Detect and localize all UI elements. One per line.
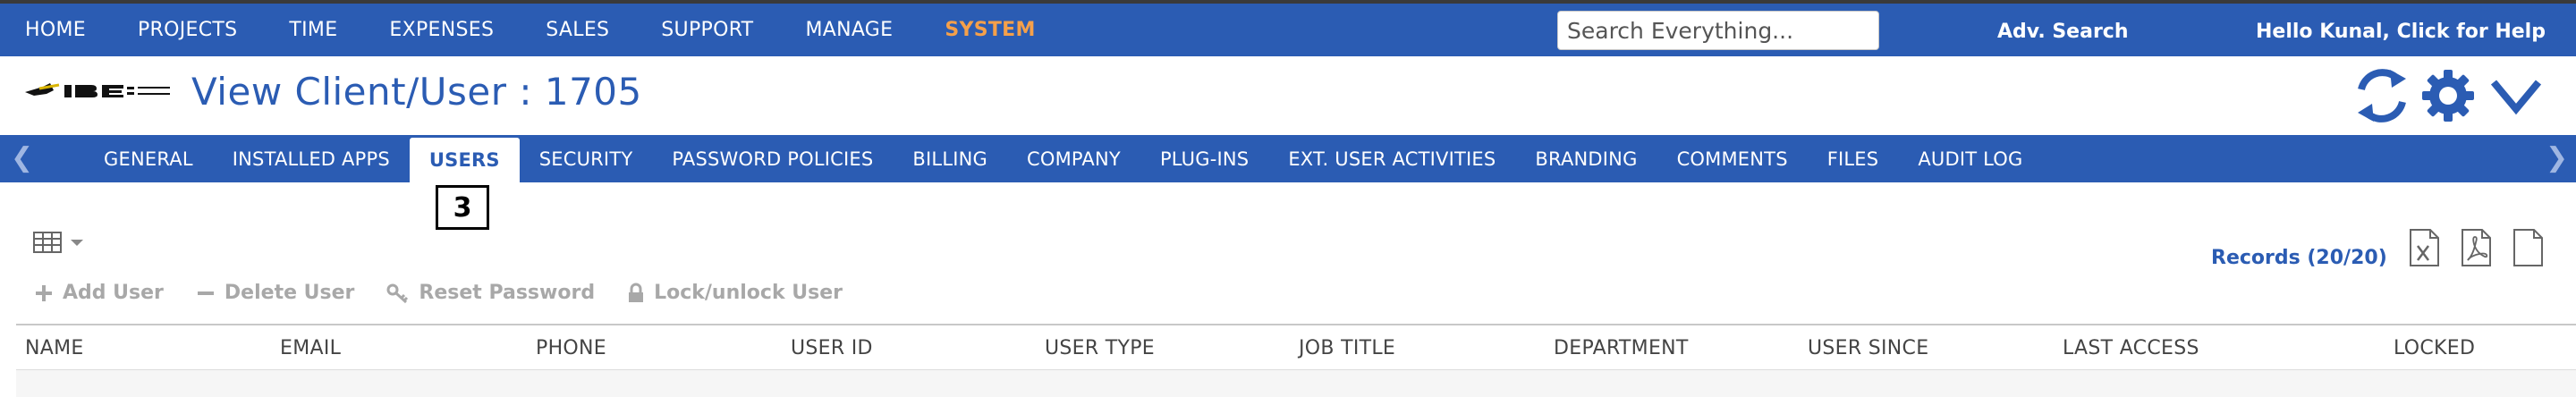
nav-expenses[interactable]: EXPENSES xyxy=(389,19,494,41)
refresh-icon[interactable] xyxy=(2354,68,2410,123)
column-header-user-id[interactable]: USER ID xyxy=(791,337,873,359)
reset-password-button[interactable]: Reset Password xyxy=(386,282,595,304)
chevron-down-icon[interactable] xyxy=(2488,68,2544,123)
tab-company[interactable]: COMPANY xyxy=(1007,135,1140,182)
key-icon xyxy=(386,283,409,303)
minus-icon xyxy=(197,291,214,295)
add-user-button[interactable]: Add User xyxy=(34,282,164,304)
table-header: NAME EMAIL PHONE USER ID USER TYPE JOB T… xyxy=(16,324,2576,370)
nav-time[interactable]: TIME xyxy=(289,19,337,41)
tab-branding[interactable]: BRANDING xyxy=(1515,135,1657,182)
nav-projects[interactable]: PROJECTS xyxy=(138,19,237,41)
search-input[interactable] xyxy=(1557,11,1879,50)
tab-list: GENERAL INSTALLED APPS USERS SECURITY PA… xyxy=(84,135,2042,182)
plus-icon xyxy=(36,284,52,301)
main-nav: HOME PROJECTS TIME EXPENSES SALES SUPPOR… xyxy=(25,4,1088,56)
table-grid-icon xyxy=(33,232,62,253)
column-header-locked[interactable]: LOCKED xyxy=(2394,337,2475,359)
column-header-user-since[interactable]: USER SINCE xyxy=(1808,337,1928,359)
nav-system[interactable]: SYSTEM xyxy=(945,19,1035,41)
records-count: Records (20/20) xyxy=(2211,247,2387,269)
help-greeting-link[interactable]: Hello Kunal, Click for Help xyxy=(2256,21,2546,43)
tab-security[interactable]: SECURITY xyxy=(520,135,653,182)
lock-unlock-user-button[interactable]: Lock/unlock User xyxy=(627,282,843,304)
column-header-department[interactable]: DEPARTMENT xyxy=(1554,337,1689,359)
annotation-badge: 3 xyxy=(436,185,489,230)
action-toolbar: Add User Delete User Reset Password Lock… xyxy=(34,282,875,304)
tab-bar: ❮ GENERAL INSTALLED APPS USERS SECURITY … xyxy=(0,135,2576,182)
tab-audit-log[interactable]: AUDIT LOG xyxy=(1898,135,2042,182)
delete-user-label: Delete User xyxy=(224,282,355,304)
column-header-name[interactable]: NAME xyxy=(25,337,84,359)
nav-sales[interactable]: SALES xyxy=(546,19,609,41)
tab-plug-ins[interactable]: PLUG-INS xyxy=(1140,135,1268,182)
pdf-icon[interactable] xyxy=(2460,228,2492,267)
page-title: View Client/User : 1705 xyxy=(191,70,642,114)
column-header-user-type[interactable]: USER TYPE xyxy=(1045,337,1155,359)
gear-icon[interactable] xyxy=(2420,68,2476,123)
lock-icon xyxy=(629,283,644,302)
tab-comments[interactable]: COMMENTS xyxy=(1657,135,1808,182)
tab-scroll-left-icon[interactable]: ❮ xyxy=(11,142,33,173)
add-user-label: Add User xyxy=(63,282,164,304)
column-header-last-access[interactable]: LAST ACCESS xyxy=(2063,337,2199,359)
ibe-logo xyxy=(25,83,170,97)
column-header-email[interactable]: EMAIL xyxy=(280,337,341,359)
tab-billing[interactable]: BILLING xyxy=(893,135,1007,182)
document-icon[interactable] xyxy=(2512,228,2544,267)
tab-general[interactable]: GENERAL xyxy=(84,135,213,182)
delete-user-button[interactable]: Delete User xyxy=(196,282,354,304)
adv-search-link[interactable]: Adv. Search xyxy=(1997,21,2129,43)
tab-users[interactable]: USERS xyxy=(409,138,520,182)
top-nav-bar: HOME PROJECTS TIME EXPENSES SALES SUPPOR… xyxy=(0,0,2576,56)
column-chooser-button[interactable] xyxy=(32,229,88,256)
nav-manage[interactable]: MANAGE xyxy=(805,19,893,41)
table-row xyxy=(16,370,2576,397)
tab-scroll-right-icon[interactable]: ❯ xyxy=(2546,142,2568,173)
excel-icon[interactable] xyxy=(2408,228,2440,267)
tab-password-policies[interactable]: PASSWORD POLICIES xyxy=(652,135,893,182)
tab-installed-apps[interactable]: INSTALLED APPS xyxy=(213,135,410,182)
nav-support[interactable]: SUPPORT xyxy=(661,19,753,41)
column-header-phone[interactable]: PHONE xyxy=(536,337,606,359)
nav-home[interactable]: HOME xyxy=(25,19,86,41)
tab-ext-user-activities[interactable]: EXT. USER ACTIVITIES xyxy=(1268,135,1515,182)
caret-down-icon xyxy=(71,240,83,246)
tab-files[interactable]: FILES xyxy=(1808,135,1899,182)
reset-password-label: Reset Password xyxy=(419,282,596,304)
column-header-job-title[interactable]: JOB TITLE xyxy=(1299,337,1395,359)
lock-unlock-user-label: Lock/unlock User xyxy=(654,282,843,304)
